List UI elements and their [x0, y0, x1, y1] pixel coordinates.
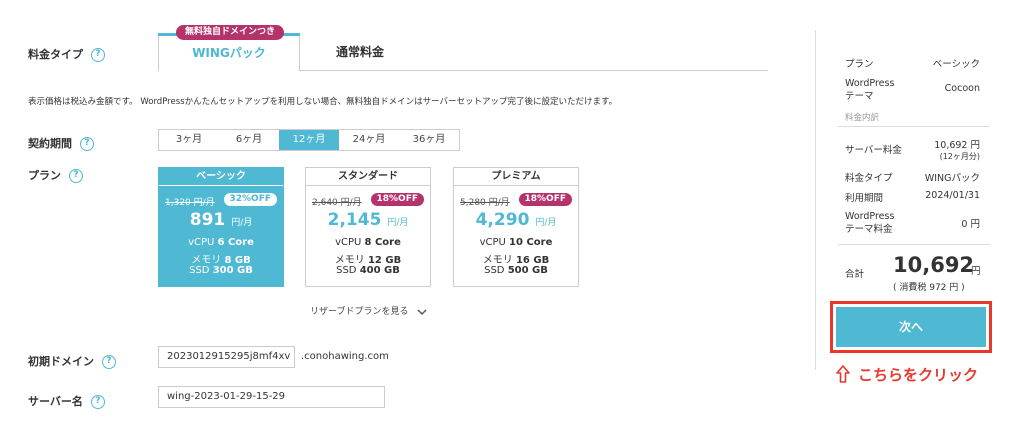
plan-card-standard[interactable]: スタンダード 2,640 円/月 18%OFF 2,145 円/月 vCPU 8…: [305, 167, 431, 287]
help-icon[interactable]: ?: [69, 169, 83, 183]
spec-memory: メモリ 16 GB: [482, 255, 550, 266]
spec-cpu: vCPU 10 Core: [479, 237, 553, 248]
click-here-note: こちらをクリック: [836, 364, 978, 385]
plan-type-label: 料金タイプ?: [28, 46, 105, 62]
discount-badge: 18%OFF: [370, 193, 424, 206]
chevron-down-icon: [417, 308, 427, 315]
server-name-input[interactable]: wing-2023-01-29-15-29: [158, 386, 385, 408]
period-option-36[interactable]: 36ヶ月: [399, 130, 459, 150]
help-icon[interactable]: ?: [90, 395, 105, 409]
summary-breakdown-label: 料金内訳: [845, 113, 880, 123]
domain-input[interactable]: 2023012915295j8mf4xv: [158, 346, 295, 368]
summary-period-label: 利用期間: [845, 193, 884, 204]
summary-plan-value: ベーシック: [932, 59, 980, 70]
spec-memory: メモリ 12 GB: [334, 255, 402, 266]
period-option-6[interactable]: 6ヶ月: [219, 130, 279, 150]
period-selector: 3ヶ月 6ヶ月 12ヶ月 24ヶ月 36ヶ月: [158, 129, 460, 151]
next-button[interactable]: 次へ: [836, 307, 986, 347]
period-option-12[interactable]: 12ヶ月: [279, 130, 339, 150]
plan-label: プラン?: [28, 167, 83, 183]
summary-total-label: 合計: [845, 269, 865, 280]
plan-name: スタンダード: [306, 168, 430, 186]
summary-theme-label: WordPress テーマ: [845, 78, 895, 102]
summary-period-value: 2024/01/31: [925, 190, 980, 201]
spec-ssd: SSD 500 GB: [484, 265, 548, 276]
plan-name: ベーシック: [159, 168, 283, 186]
spec-cpu: vCPU 8 Core: [335, 237, 401, 248]
plan-card-premium[interactable]: プレミアム 5,280 円/月 18%OFF 4,290 円/月 vCPU 10…: [453, 167, 579, 287]
summary-total-value: 10,692: [893, 253, 975, 277]
spec-ssd: SSD 400 GB: [336, 265, 400, 276]
summary-divider: [838, 244, 990, 245]
summary-plan-label: プラン: [845, 59, 874, 70]
summary-server-fee-months: (12ヶ月分): [939, 152, 980, 161]
summary-server-fee-value: 10,692 円: [934, 140, 980, 151]
spec-ssd: SSD 300 GB: [189, 265, 253, 276]
period-option-3[interactable]: 3ヶ月: [159, 130, 219, 150]
plan-price: 4,290 円/月: [475, 210, 557, 230]
period-label: 契約期間?: [28, 135, 94, 151]
summary-theme-fee-label: WordPress テーマ料金: [845, 211, 895, 235]
period-option-24[interactable]: 24ヶ月: [339, 130, 399, 150]
tab-normal-price[interactable]: 通常料金: [300, 33, 420, 71]
summary-theme-fee-value: 0 円: [961, 219, 980, 230]
summary-theme-value: Cocoon: [944, 83, 980, 94]
summary-divider: [838, 126, 990, 127]
initial-domain-label: 初期ドメイン?: [28, 353, 116, 369]
old-price: 2,640 円/月: [312, 198, 362, 208]
discount-badge: 18%OFF: [518, 193, 572, 206]
discount-badge: 32%OFF: [223, 193, 277, 206]
old-price: 5,280 円/月: [460, 198, 510, 208]
reserved-plan-link[interactable]: リザーブドプランを見る: [310, 304, 427, 317]
help-icon[interactable]: ?: [80, 137, 94, 151]
help-icon[interactable]: ?: [102, 355, 116, 369]
free-domain-badge: 無料独自ドメインつき: [176, 25, 284, 40]
plan-name: プレミアム: [454, 168, 578, 186]
summary-tax: ( 消費税 972 円 ): [893, 283, 965, 293]
spec-memory: メモリ 8 GB: [191, 255, 251, 266]
arrow-up-icon: [836, 365, 850, 383]
summary-type-value: WINGパック: [924, 173, 980, 184]
summary-server-fee-label: サーバー料金: [845, 145, 902, 156]
plan-card-basic[interactable]: ベーシック 1,320 円/月 32%OFF 891 円/月 vCPU 6 Co…: [158, 167, 284, 287]
old-price: 1,320 円/月: [165, 198, 215, 208]
summary-total-unit: 円: [971, 266, 981, 277]
sidebar-divider: [815, 30, 816, 370]
summary-type-label: 料金タイプ: [845, 173, 893, 184]
plan-price: 2,145 円/月: [327, 210, 409, 230]
price-note: 表示価格は税込み金額です。 WordPressかんたんセットアップを利用しない場…: [28, 97, 618, 107]
server-name-label: サーバー名?: [28, 393, 105, 409]
domain-suffix: .conohawing.com: [301, 351, 389, 362]
spec-cpu: vCPU 6 Core: [188, 237, 254, 248]
plan-price: 891 円/月: [189, 210, 253, 230]
help-icon[interactable]: ?: [91, 48, 105, 62]
